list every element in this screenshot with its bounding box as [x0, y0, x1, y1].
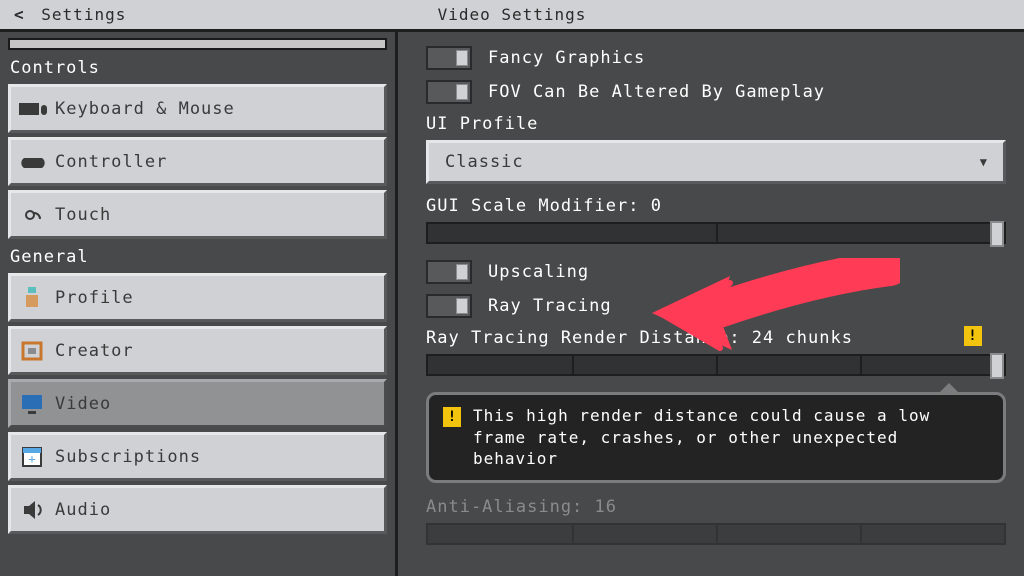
- ui-profile-label: UI Profile: [426, 114, 1006, 134]
- warning-icon: !: [443, 407, 461, 427]
- page-title: Video Settings: [438, 5, 587, 24]
- warning-text: This high render distance could cause a …: [473, 405, 989, 470]
- sidebar-item-controller[interactable]: Controller: [8, 137, 387, 186]
- sidebar-item-label: Creator: [55, 341, 134, 361]
- sidebar-item-label: Subscriptions: [55, 447, 201, 467]
- svg-text:+: +: [28, 452, 35, 466]
- sidebar-item-label: Keyboard & Mouse: [55, 99, 235, 119]
- toggle-switch[interactable]: [426, 260, 472, 284]
- creator-icon: [11, 338, 55, 364]
- toggle-label: Fancy Graphics: [488, 48, 645, 68]
- sidebar-item-subscriptions[interactable]: + Subscriptions: [8, 432, 387, 481]
- rt-distance-slider[interactable]: [426, 354, 1006, 376]
- toggle-fancy-graphics[interactable]: Fancy Graphics: [426, 46, 1006, 70]
- profile-icon: [11, 285, 55, 311]
- toggle-switch[interactable]: [426, 46, 472, 70]
- anti-aliasing-slider: [426, 523, 1006, 545]
- toggle-fov-gameplay[interactable]: FOV Can Be Altered By Gameplay: [426, 80, 1006, 104]
- slider-handle[interactable]: [990, 221, 1004, 247]
- rt-distance-label: Ray Tracing Render Distance: 24 chunks !: [426, 328, 1006, 348]
- dropdown-value: Classic: [445, 152, 524, 172]
- header-bar: < Settings Video Settings: [0, 0, 1024, 32]
- toggle-label: Upscaling: [488, 262, 589, 282]
- sidebar-item-label: Audio: [55, 500, 111, 520]
- calendar-plus-icon: +: [11, 444, 55, 470]
- sidebar-item-creator[interactable]: Creator: [8, 326, 387, 375]
- sidebar-item-audio[interactable]: Audio: [8, 485, 387, 534]
- monitor-icon: [11, 391, 55, 417]
- back-label: Settings: [41, 5, 126, 24]
- sidebar-item-touch[interactable]: Touch: [8, 190, 387, 239]
- sidebar-item-video[interactable]: Video: [8, 379, 387, 428]
- warning-tooltip: ! This high render distance could cause …: [426, 392, 1006, 483]
- speaker-icon: [11, 497, 55, 523]
- keyboard-icon: [11, 96, 55, 122]
- toggle-label: Ray Tracing: [488, 296, 612, 316]
- main-panel: Fancy Graphics FOV Can Be Altered By Gam…: [398, 32, 1024, 576]
- sidebar-header-controls: Controls: [0, 54, 395, 84]
- gamepad-icon: [11, 149, 55, 175]
- warning-icon: !: [964, 326, 982, 346]
- sidebar-item-label: Touch: [55, 205, 111, 225]
- toggle-switch[interactable]: [426, 80, 472, 104]
- back-button[interactable]: < Settings: [0, 5, 140, 24]
- toggle-switch[interactable]: [426, 294, 472, 318]
- anti-aliasing-label: Anti-Aliasing: 16: [426, 497, 1006, 517]
- sidebar-item-profile[interactable]: Profile: [8, 273, 387, 322]
- toggle-upscaling[interactable]: Upscaling: [426, 260, 1006, 284]
- toggle-ray-tracing[interactable]: Ray Tracing: [426, 294, 1006, 318]
- sidebar: Controls Keyboard & Mouse Controller Tou…: [0, 32, 398, 576]
- gui-scale-slider[interactable]: [426, 222, 1006, 244]
- ui-profile-dropdown[interactable]: Classic ▼: [426, 140, 1006, 184]
- toggle-label: FOV Can Be Altered By Gameplay: [488, 82, 825, 102]
- sidebar-item-keyboard-mouse[interactable]: Keyboard & Mouse: [8, 84, 387, 133]
- sidebar-item-label: Video: [55, 394, 111, 414]
- content: Controls Keyboard & Mouse Controller Tou…: [0, 32, 1024, 576]
- sidebar-item-label: Controller: [55, 152, 167, 172]
- chevron-left-icon: <: [14, 5, 25, 24]
- touch-icon: [11, 202, 55, 228]
- sidebar-header-general: General: [0, 243, 395, 273]
- slider-handle[interactable]: [990, 353, 1004, 379]
- sidebar-item-label: Profile: [55, 288, 134, 308]
- sidebar-scrollbar[interactable]: [8, 38, 387, 50]
- gui-scale-label: GUI Scale Modifier: 0: [426, 196, 1006, 216]
- chevron-down-icon: ▼: [980, 155, 987, 169]
